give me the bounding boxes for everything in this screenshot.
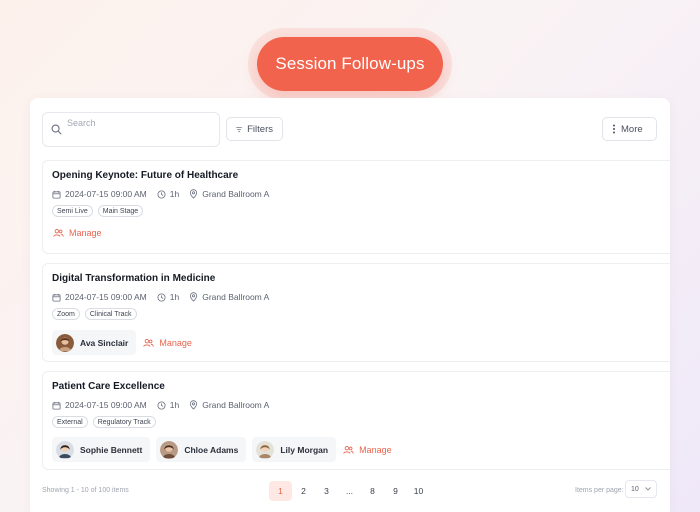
session-card[interactable]: Digital Transformation in Medicine 2024-… [42,263,670,362]
location-pin-icon [190,400,198,410]
users-icon [53,229,64,237]
avatar [160,440,179,459]
manage-label: Manage [159,337,192,348]
location-pin-icon [190,292,198,302]
tag: Main Stage [97,205,144,217]
session-duration: 1h [169,189,180,199]
more-vertical-icon [613,124,615,134]
session-meta: 2024-07-15 09:00 AM 1h Grand Ballroom A [52,400,279,410]
speaker-name: Chloe Adams [184,444,239,455]
page-ellipsis: ... [345,486,354,496]
session-location: Grand Ballroom A [202,400,270,410]
session-duration: 1h [169,292,180,302]
page-button[interactable]: 9 [384,481,407,501]
calendar-icon [52,293,61,302]
session-datetime: 2024-07-15 09:00 AM [65,292,147,302]
session-title: Patient Care Excellence [52,381,165,392]
manage-link[interactable]: Manage [342,445,392,455]
users-icon [343,445,354,454]
avatar [56,333,74,352]
items-count: Showing 1 - 10 of 100 items [42,487,129,494]
tag: Semi Live [52,205,93,217]
page-button-current[interactable]: 1 [269,481,292,501]
avatar [256,440,275,459]
sessions-panel: Filters More Opening Keynote: Future of … [30,98,670,512]
clock-icon [157,292,166,302]
session-datetime: 2024-07-15 09:00 AM [65,189,147,199]
filter-icon [236,126,242,132]
tag: Zoom [52,308,80,320]
session-location: Grand Ballroom A [202,189,270,199]
items-per-page-label: Items per page: [575,487,624,494]
speaker-chip[interactable]: Chloe Adams [156,437,247,462]
manage-link[interactable]: Manage [52,228,102,238]
speaker-chip[interactable]: Ava Sinclair [52,330,137,355]
tag: Clinical Track [84,308,137,320]
session-actions: Sophie Bennett Chloe Adams Lily Morgan M… [52,437,392,462]
filters-label: Filters [247,123,273,135]
session-duration: 1h [169,400,180,410]
manage-link[interactable]: Manage [142,338,192,348]
calendar-icon [52,190,61,199]
speaker-name: Sophie Bennett [80,444,143,455]
speaker-name: Ava Sinclair [80,337,129,348]
search-box[interactable] [42,112,220,147]
page-button[interactable]: 2 [292,481,315,501]
page-button[interactable]: 8 [361,481,384,501]
session-actions: Ava Sinclair Manage [52,330,192,355]
session-actions: Manage [52,228,102,238]
more-label: More [621,123,643,135]
tag: External [52,416,88,428]
users-icon [143,338,155,347]
session-tags: External Regulatory Track [52,416,156,428]
items-per-page-value: 10 [631,485,639,493]
avatar [56,440,74,459]
page-button[interactable]: 10 [407,481,430,501]
clock-icon [157,189,166,199]
page-button[interactable]: 3 [315,481,338,501]
session-card[interactable]: Opening Keynote: Future of Healthcare 20… [42,160,670,254]
tag: Regulatory Track [92,416,156,428]
pagination: 1 2 3 ... 8 9 10 [269,481,430,501]
session-title: Digital Transformation in Medicine [52,273,216,284]
calendar-icon [52,401,61,410]
location-pin-icon [190,189,198,199]
manage-label: Manage [359,444,392,455]
items-per-page-select[interactable]: 10 [625,480,657,498]
session-meta: 2024-07-15 09:00 AM 1h Grand Ballroom A [52,189,279,199]
session-tags: Zoom Clinical Track [52,308,137,320]
session-location: Grand Ballroom A [202,292,270,302]
speaker-name: Lily Morgan [280,444,329,455]
filters-button[interactable]: Filters [226,117,283,141]
speaker-chip[interactable]: Lily Morgan [252,437,337,462]
session-meta: 2024-07-15 09:00 AM 1h Grand Ballroom A [52,292,279,302]
session-tags: Semi Live Main Stage [52,205,144,217]
speaker-chip[interactable]: Sophie Bennett [52,437,151,462]
clock-icon [157,400,166,410]
pagination-footer: Showing 1 - 10 of 100 items 1 2 3 ... 8 … [30,479,670,512]
manage-label: Manage [69,228,102,238]
session-datetime: 2024-07-15 09:00 AM [65,400,147,410]
session-title: Opening Keynote: Future of Healthcare [52,170,239,181]
search-input[interactable] [67,116,213,130]
more-button[interactable]: More [602,117,657,141]
search-icon [51,124,62,135]
page-title: Session Follow-ups [257,37,443,91]
session-card[interactable]: Patient Care Excellence 2024-07-15 09:00… [42,371,670,470]
chevron-down-icon [645,487,651,491]
